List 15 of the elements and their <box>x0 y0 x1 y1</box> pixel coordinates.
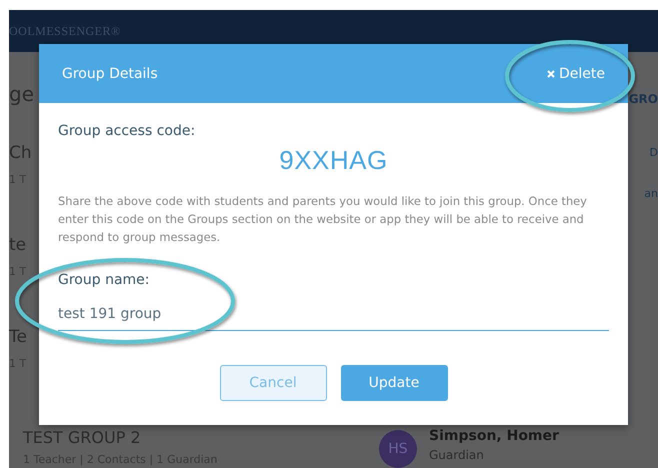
dialog-title: Group Details <box>62 66 158 82</box>
close-icon <box>547 70 555 78</box>
field-label: Group access code: <box>58 123 196 139</box>
description-text: Share the above code with students and parents you would like to join this group. Once they enter this code on the Groups section on the website or app they will be able to receive and respond to group messages. <box>58 193 588 246</box>
access-code: 9XXHAG <box>279 145 388 176</box>
group-name-field[interactable]: test 191 group <box>58 300 609 331</box>
delete-button[interactable]: Delete <box>547 66 605 82</box>
list-text: D <box>650 146 658 159</box>
update-button[interactable]: Update <box>340 365 448 401</box>
cancel-button[interactable]: Cancel <box>220 365 326 401</box>
list-text: an <box>644 187 658 200</box>
field-label: Group name: <box>58 272 150 288</box>
member-name: Simpson, Homer <box>429 428 559 444</box>
avatar: HS <box>379 430 417 468</box>
tab-label[interactable]: GRO <box>628 92 658 106</box>
